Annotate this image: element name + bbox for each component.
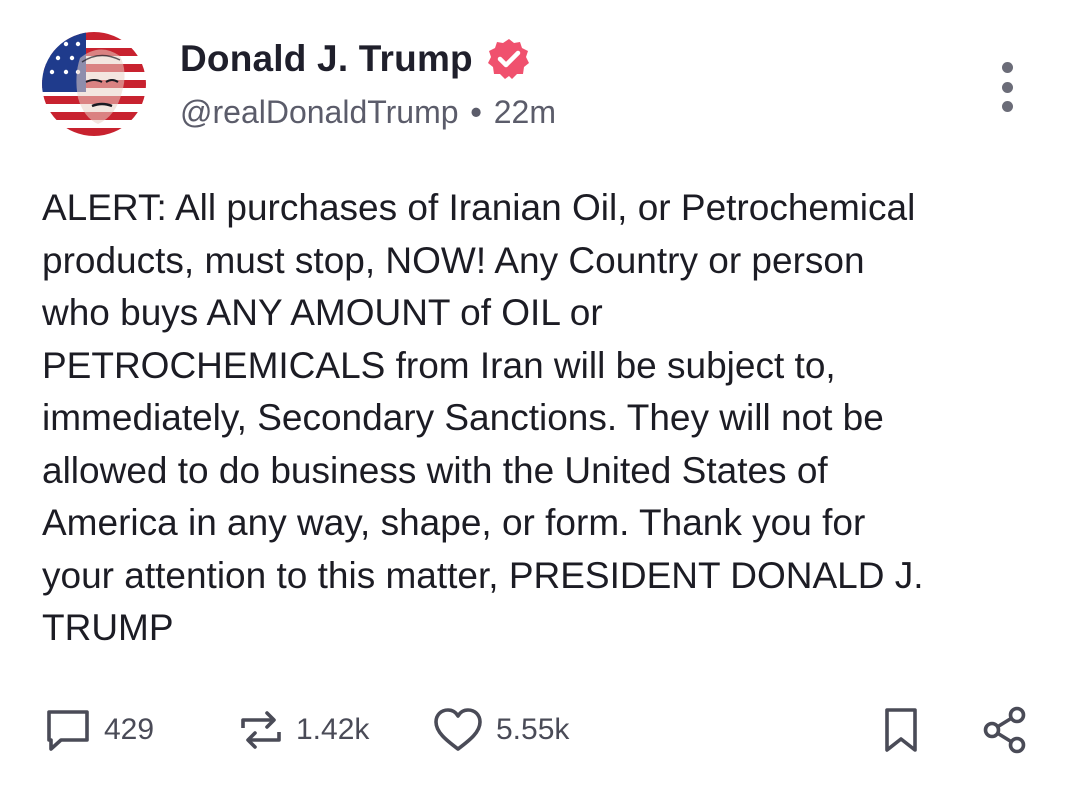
post-actions-bar: 429 1.42k 5.55k: [0, 700, 1080, 760]
post-meta-row: @realDonaldTrump • 22m: [180, 92, 556, 132]
post-card: Donald J. Trump @realDonaldTrump • 22m A…: [0, 0, 1080, 786]
post-time[interactable]: 22m: [494, 94, 556, 131]
post-text: ALERT: All purchases of Iranian Oil, or …: [42, 187, 924, 648]
author-handle[interactable]: @realDonaldTrump: [180, 94, 459, 131]
bookmark-button[interactable]: [880, 700, 922, 760]
retruth-count: 1.42k: [296, 713, 370, 746]
more-vertical-icon[interactable]: [990, 62, 1024, 112]
more-dot: [1001, 81, 1013, 93]
heart-icon: [434, 708, 482, 751]
like-button[interactable]: 5.55k: [432, 700, 569, 760]
meta-separator: •: [470, 93, 482, 130]
more-dot: [1001, 101, 1013, 112]
verified-badge-icon: [487, 37, 531, 81]
author-display-name[interactable]: Donald J. Trump: [180, 38, 473, 80]
bookmark-icon: [885, 708, 917, 752]
share-button[interactable]: [982, 700, 1028, 760]
like-count: 5.55k: [496, 713, 570, 746]
reply-icon: [47, 710, 89, 751]
avatar[interactable]: [42, 32, 146, 136]
reply-button[interactable]: 429: [44, 700, 154, 760]
share-icon: [983, 706, 1026, 754]
reply-count: 429: [104, 713, 155, 746]
avatar-image: [42, 32, 146, 136]
more-dot: [1001, 62, 1013, 73]
author-name-row: Donald J. Trump: [180, 36, 531, 82]
retruth-button[interactable]: 1.42k: [238, 700, 369, 760]
retruth-icon: [241, 711, 281, 749]
